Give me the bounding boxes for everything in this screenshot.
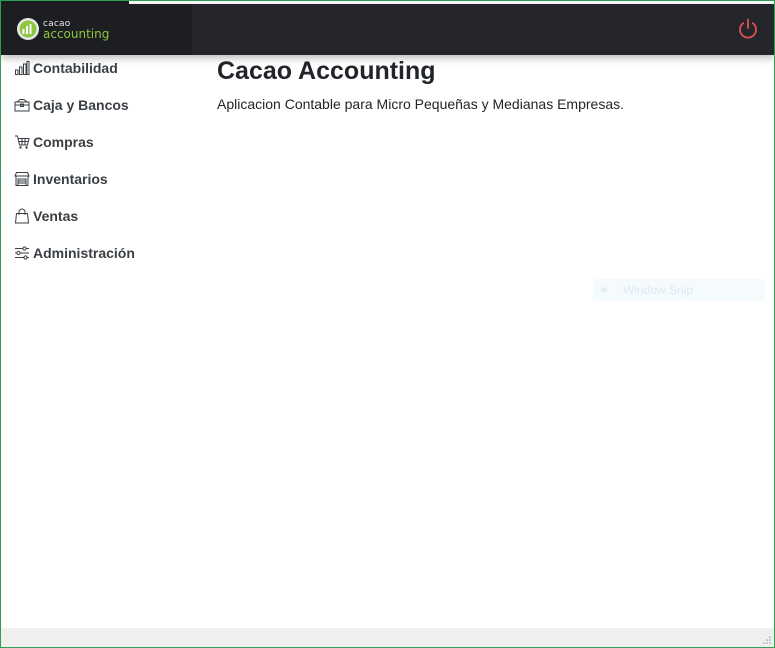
sidebar-item-label: Contabilidad xyxy=(33,60,118,76)
sidebar-item-label: Administración xyxy=(33,245,135,261)
sidebar-item-label: Caja y Bancos xyxy=(33,97,129,113)
status-bar xyxy=(1,628,774,647)
window-snip-overlay[interactable]: Window Snip xyxy=(593,279,765,301)
brand-link[interactable]: cacao accounting xyxy=(1,4,192,55)
cart-icon xyxy=(15,135,30,149)
sidebar-item-caja-y-bancos[interactable]: Caja y Bancos xyxy=(14,93,129,117)
snip-dot-icon xyxy=(601,287,607,293)
page-title: Cacao Accounting xyxy=(217,57,436,85)
sidebar-item-label: Inventarios xyxy=(33,171,108,187)
sidebar-item-inventarios[interactable]: Inventarios xyxy=(14,167,108,191)
sidebar-item-label: Compras xyxy=(33,134,94,150)
sidebar-item-label: Ventas xyxy=(33,208,79,224)
sidebar-item-ventas[interactable]: Ventas xyxy=(14,204,78,228)
sliders-icon xyxy=(15,246,29,260)
warehouse-icon xyxy=(14,172,30,186)
sidebar-item-compras[interactable]: Compras xyxy=(14,130,94,154)
sidebar-item-contabilidad[interactable]: Contabilidad xyxy=(14,56,118,80)
cacao-logo-icon xyxy=(17,18,39,40)
sidebar-item-administracion[interactable]: Administración xyxy=(14,241,135,265)
cash-box-icon xyxy=(14,99,30,112)
resize-grip-icon[interactable] xyxy=(762,635,772,645)
app-window: cacao accounting Contabilidad Caja y Ban… xyxy=(0,0,775,648)
brand-name-bottom: accounting xyxy=(43,27,110,41)
page-subtitle: Aplicacion Contable para Micro Pequeñas … xyxy=(217,96,624,112)
top-navbar: cacao accounting xyxy=(1,4,774,55)
window-snip-label: Window Snip xyxy=(623,283,694,297)
bar-chart-icon xyxy=(15,61,30,75)
power-icon[interactable] xyxy=(736,17,760,41)
shopping-bag-icon xyxy=(14,208,30,224)
